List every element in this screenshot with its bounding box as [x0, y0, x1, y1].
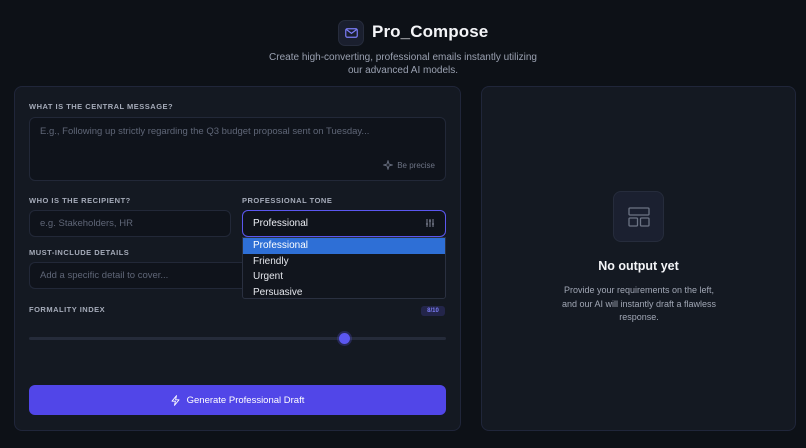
tone-option-persuasive[interactable]: Persuasive: [243, 285, 445, 301]
formality-label: FORMALITY INDEX: [29, 305, 106, 314]
precision-hint: Be precise: [383, 160, 435, 170]
tone-option-friendly[interactable]: Friendly: [243, 254, 445, 270]
tone-option-professional[interactable]: Professional: [243, 238, 445, 254]
layout-template-icon: [613, 191, 664, 242]
formality-badge: 8/10: [421, 306, 445, 316]
sparkle-icon: [383, 160, 394, 170]
message-label: WHAT IS THE CENTRAL MESSAGE?: [29, 102, 174, 111]
lightning-icon: [171, 394, 180, 406]
empty-state-title: No output yet: [598, 259, 679, 273]
details-placeholder: Add a specific detail to cover...: [40, 270, 169, 281]
message-placeholder: E.g., Following up strictly regarding th…: [40, 126, 370, 137]
tone-selected-value: Professional: [253, 218, 309, 229]
details-label: MUST-INCLUDE DETAILS: [29, 248, 130, 257]
precision-hint-text: Be precise: [397, 160, 435, 170]
details-input[interactable]: Add a specific detail to cover...: [29, 262, 242, 289]
recipient-label: WHO IS THE RECIPIENT?: [29, 196, 131, 205]
recipient-placeholder: e.g. Stakeholders, HR: [40, 218, 133, 229]
tone-label: PROFESSIONAL TONE: [242, 196, 333, 205]
tone-dropdown: Professional Friendly Urgent Persuasive: [242, 237, 446, 299]
sliders-icon: [425, 218, 435, 231]
generate-draft-label: Generate Professional Draft: [186, 394, 305, 406]
message-textarea[interactable]: E.g., Following up strictly regarding th…: [29, 117, 446, 181]
formality-slider-track[interactable]: [29, 337, 446, 340]
tone-option-urgent[interactable]: Urgent: [243, 269, 445, 285]
recipient-input[interactable]: e.g. Stakeholders, HR: [29, 210, 231, 237]
mail-icon: [338, 20, 364, 46]
tone-select[interactable]: Professional: [242, 210, 446, 237]
empty-state-description: Provide your requirements on the left, a…: [561, 285, 717, 322]
generate-draft-button[interactable]: Generate Professional Draft: [29, 385, 446, 415]
app-title: Pro_Compose: [372, 22, 489, 41]
app-subtitle: Create high-converting, professional ema…: [269, 52, 537, 76]
